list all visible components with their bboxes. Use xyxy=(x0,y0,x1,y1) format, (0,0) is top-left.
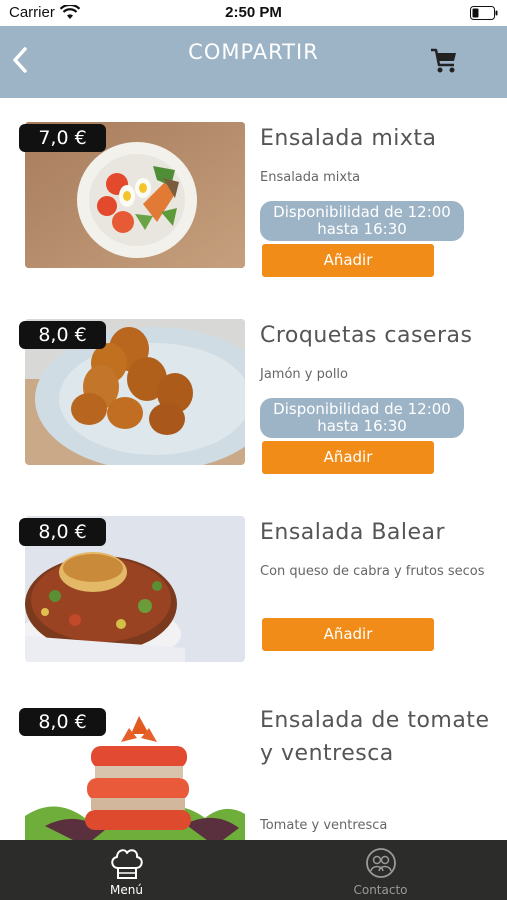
clock: 2:50 PM xyxy=(225,4,282,21)
availability-badge: Disponibilidad de 12:00 hasta 16:30 xyxy=(260,398,464,438)
price-badge: 7,0 € xyxy=(19,124,106,152)
dish-description: Tomate y ventresca xyxy=(260,818,388,833)
tab-contact-label: Contacto xyxy=(353,883,408,897)
add-button[interactable]: Añadir xyxy=(262,441,434,474)
dish-name: Ensalada de tomate y ventresca xyxy=(260,708,490,766)
price-badge: 8,0 € xyxy=(19,321,106,349)
dish-name: Croquetas caseras xyxy=(260,323,473,348)
add-button[interactable]: Añadir xyxy=(262,618,434,651)
dish-description: Jamón y pollo xyxy=(260,367,348,382)
menu-list[interactable]: 7,0 € Ensalada mixta Ensalada mixta Disp… xyxy=(0,98,507,840)
header-bar: COMPARTIR xyxy=(0,26,507,98)
tab-menu[interactable]: Menú xyxy=(0,840,253,900)
contact-icon xyxy=(365,848,396,878)
tab-menu-label: Menú xyxy=(110,883,143,897)
status-bar: Carrier 2:50 PM xyxy=(0,0,507,26)
battery-icon xyxy=(470,6,498,20)
tab-contact[interactable]: Contacto xyxy=(254,840,507,900)
availability-badge: Disponibilidad de 12:00 hasta 16:30 xyxy=(260,201,464,241)
tab-bar: Menú Contacto xyxy=(0,840,507,900)
dish-name: Ensalada mixta xyxy=(260,126,437,151)
add-button[interactable]: Añadir xyxy=(262,244,434,277)
dish-description: Con queso de cabra y frutos secos xyxy=(260,564,485,579)
dish-description: Ensalada mixta xyxy=(260,170,361,185)
dish-name: Ensalada Balear xyxy=(260,520,446,545)
chef-hat-icon xyxy=(110,849,143,879)
price-badge: 8,0 € xyxy=(19,708,106,736)
shopping-cart-icon[interactable] xyxy=(429,46,459,76)
price-badge: 8,0 € xyxy=(19,518,106,546)
